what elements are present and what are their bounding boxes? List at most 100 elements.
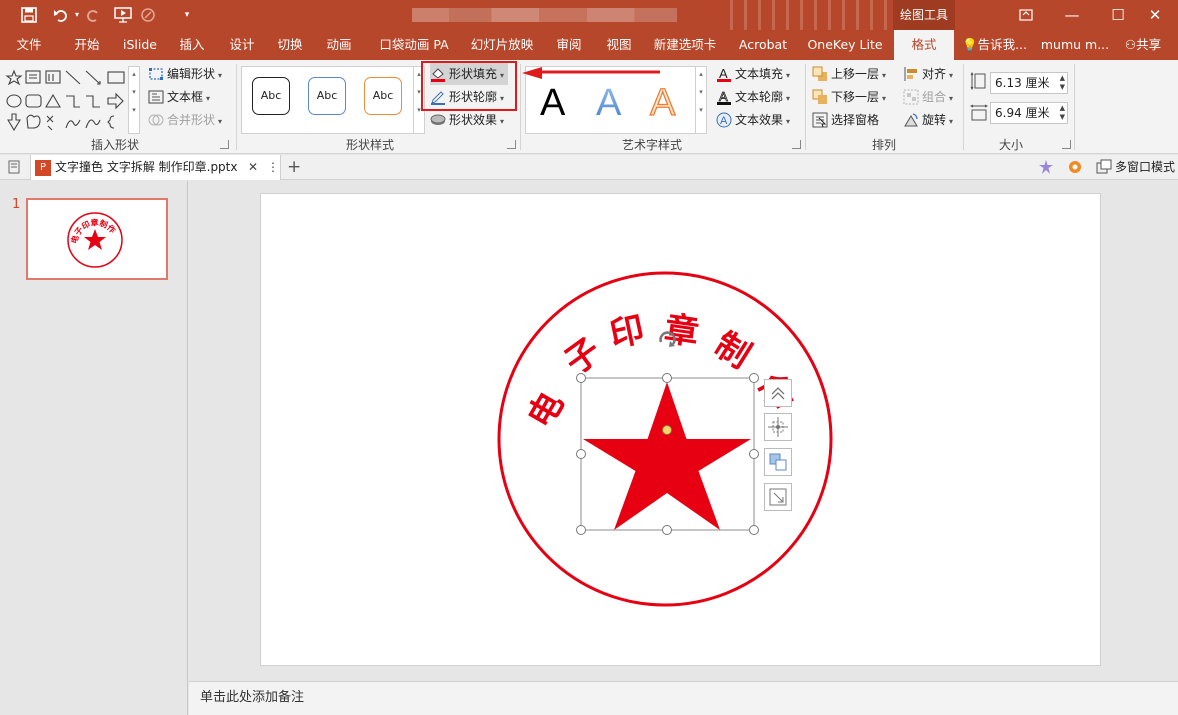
edit-shape-icon [148, 66, 164, 82]
seal-star-shape[interactable] [583, 382, 751, 530]
shape-height-input[interactable]: 6.13 厘米 ▲ ▼ [990, 72, 1068, 94]
notes-pane[interactable]: 单击此处添加备注 [189, 681, 1178, 715]
powerpoint-file-icon: P [35, 159, 51, 176]
layout-anchor-button[interactable] [764, 413, 792, 441]
styles-icon [769, 453, 787, 471]
tab-animations[interactable]: 动画 [319, 30, 359, 60]
new-tab-icon[interactable]: + [287, 156, 301, 178]
merge-shapes-button[interactable]: 合并形状 ▾ [148, 109, 222, 131]
customize-qat-icon[interactable]: ▾ [176, 4, 198, 26]
text-effects-icon: A [716, 112, 732, 128]
minimize-icon[interactable]: — [1049, 0, 1095, 30]
shape-styles-gallery[interactable]: Abc Abc Abc [241, 66, 425, 134]
seal-graphic: 电 子 印 章 制 作 [497, 271, 833, 607]
slide-canvas[interactable]: 电 子 印 章 制 作 [260, 193, 1101, 666]
tab-review[interactable]: 审阅 [550, 30, 588, 60]
seal-char-1[interactable]: 电 [520, 386, 572, 435]
selection-pane-button[interactable]: 选择窗格 [812, 109, 879, 131]
shape-effects-button[interactable]: 形状效果 ▾ [430, 109, 504, 131]
drawing-tools-context-label: 绘图工具 [893, 0, 955, 30]
shape-style-orange[interactable]: Abc [364, 77, 402, 115]
align-button[interactable]: 对齐 ▾ [903, 63, 953, 85]
shapes-gallery-scrollbar[interactable]: ▴ ▾ ▾ [128, 66, 140, 134]
title-decoration [730, 0, 890, 30]
shape-styles-launcher[interactable] [507, 140, 516, 149]
layout-options-button[interactable] [764, 379, 792, 407]
fill-highlight-box [421, 61, 517, 111]
title-bar: ▾ ▾ 绘图工具 — ☐ ✕ [0, 0, 1178, 30]
text-effects-button[interactable]: A 文本效果 ▾ [716, 109, 790, 131]
shape-width-input[interactable]: 6.94 厘米 ▲ ▼ [990, 102, 1068, 124]
send-backward-button[interactable]: 下移一层 ▾ [812, 86, 886, 108]
settings-gear-icon[interactable] [1067, 159, 1083, 178]
svg-text:A: A [719, 89, 728, 104]
slide-thumbnail-1[interactable]: 电子印章制作 [26, 198, 168, 280]
text-box-icon [148, 89, 164, 105]
bring-forward-button[interactable]: 上移一层 ▾ [812, 63, 886, 85]
edit-shape-button[interactable]: 编辑形状 ▾ [148, 63, 222, 85]
rotate-icon [903, 112, 919, 128]
insert-shapes-group-label: 插入形状 [90, 138, 139, 152]
tab-list-icon[interactable] [7, 159, 23, 178]
size-launcher[interactable] [1062, 140, 1071, 149]
tab-home[interactable]: 开始 [66, 30, 108, 60]
text-fill-icon: A [716, 66, 732, 82]
tab-islide[interactable]: iSlide [118, 30, 162, 60]
wordart-orange-sample[interactable]: A [649, 81, 676, 124]
rotate-button[interactable]: 旋转 ▾ [903, 109, 953, 131]
wordart-styles-launcher[interactable] [792, 140, 801, 149]
tab-new-tab[interactable]: 新建选项卡 [648, 30, 722, 60]
group-icon [903, 89, 919, 105]
wordart-gallery-scrollbar[interactable]: ▴ ▾ ▾ [695, 66, 707, 134]
text-outline-button[interactable]: A 文本轮廓 ▾ [716, 86, 790, 108]
save-icon[interactable] [18, 4, 40, 26]
group-separator [963, 64, 964, 150]
merge-shapes-icon [148, 112, 164, 128]
tab-file[interactable]: 文件 [8, 30, 50, 60]
tab-acrobat[interactable]: Acrobat [734, 30, 792, 60]
wordart-black-sample[interactable]: A [540, 82, 566, 124]
document-tab[interactable]: P 文字撞色 文字拆解 制作印章.pptx ✕ ⋮ [30, 155, 281, 180]
shapes-gallery[interactable] [4, 66, 140, 134]
text-fill-button[interactable]: A 文本填充 ▾ [716, 63, 790, 85]
user-account[interactable]: mumu m... [1040, 30, 1110, 60]
ribbon-display-options-icon[interactable] [1003, 0, 1049, 30]
tab-onekey-lite[interactable]: OneKey Lite [804, 30, 886, 60]
redo-icon[interactable] [82, 4, 104, 26]
tab-format[interactable]: 格式 [894, 30, 954, 60]
tab-slideshow[interactable]: 幻灯片放映 [466, 30, 538, 60]
shape-style-blue[interactable]: Abc [308, 77, 346, 115]
thumbnail-seal-preview: 电子印章制作 [67, 212, 123, 268]
resize-quick-button[interactable] [764, 483, 792, 511]
height-spinner-icon[interactable]: ▲ ▼ [1060, 74, 1065, 92]
insert-shapes-launcher[interactable] [220, 140, 229, 149]
shape-effects-icon [430, 112, 446, 128]
tab-more-icon[interactable]: ⋮ [267, 155, 279, 179]
touch-mode-icon[interactable] [138, 4, 160, 26]
tab-design[interactable]: 设计 [222, 30, 262, 60]
tab-insert[interactable]: 插入 [172, 30, 212, 60]
tell-me-search[interactable]: 💡告诉我... [962, 30, 1034, 60]
lightbulb-icon: 💡 [962, 37, 978, 52]
red-arrow-annotation [522, 67, 660, 79]
seal-char-5[interactable]: 制 [707, 325, 757, 377]
seal-char-3[interactable]: 印 [606, 309, 648, 355]
multi-window-mode-button[interactable]: 多窗口模式 [1096, 156, 1175, 178]
slideshow-icon[interactable] [112, 4, 134, 26]
tab-transitions[interactable]: 切换 [270, 30, 310, 60]
width-spinner-icon[interactable]: ▲ ▼ [1060, 104, 1065, 122]
shape-style-quick-button[interactable] [764, 448, 792, 476]
group-button[interactable]: 组合 ▾ [903, 86, 953, 108]
tab-view[interactable]: 视图 [600, 30, 638, 60]
group-separator [1074, 64, 1075, 150]
share-button[interactable]: ⚇共享 [1114, 30, 1172, 60]
shape-style-black[interactable]: Abc [252, 77, 290, 115]
wand-icon[interactable] [1038, 159, 1054, 178]
close-icon[interactable]: ✕ [1132, 0, 1178, 30]
tab-pocket-animation[interactable]: 口袋动画 PA [374, 30, 454, 60]
bring-forward-icon [812, 66, 828, 82]
wordart-blue-sample[interactable]: A [596, 82, 622, 124]
text-box-button[interactable]: 文本框 ▾ [148, 86, 210, 108]
close-tab-icon[interactable]: ✕ [248, 155, 258, 179]
shapes-icons [5, 69, 125, 132]
